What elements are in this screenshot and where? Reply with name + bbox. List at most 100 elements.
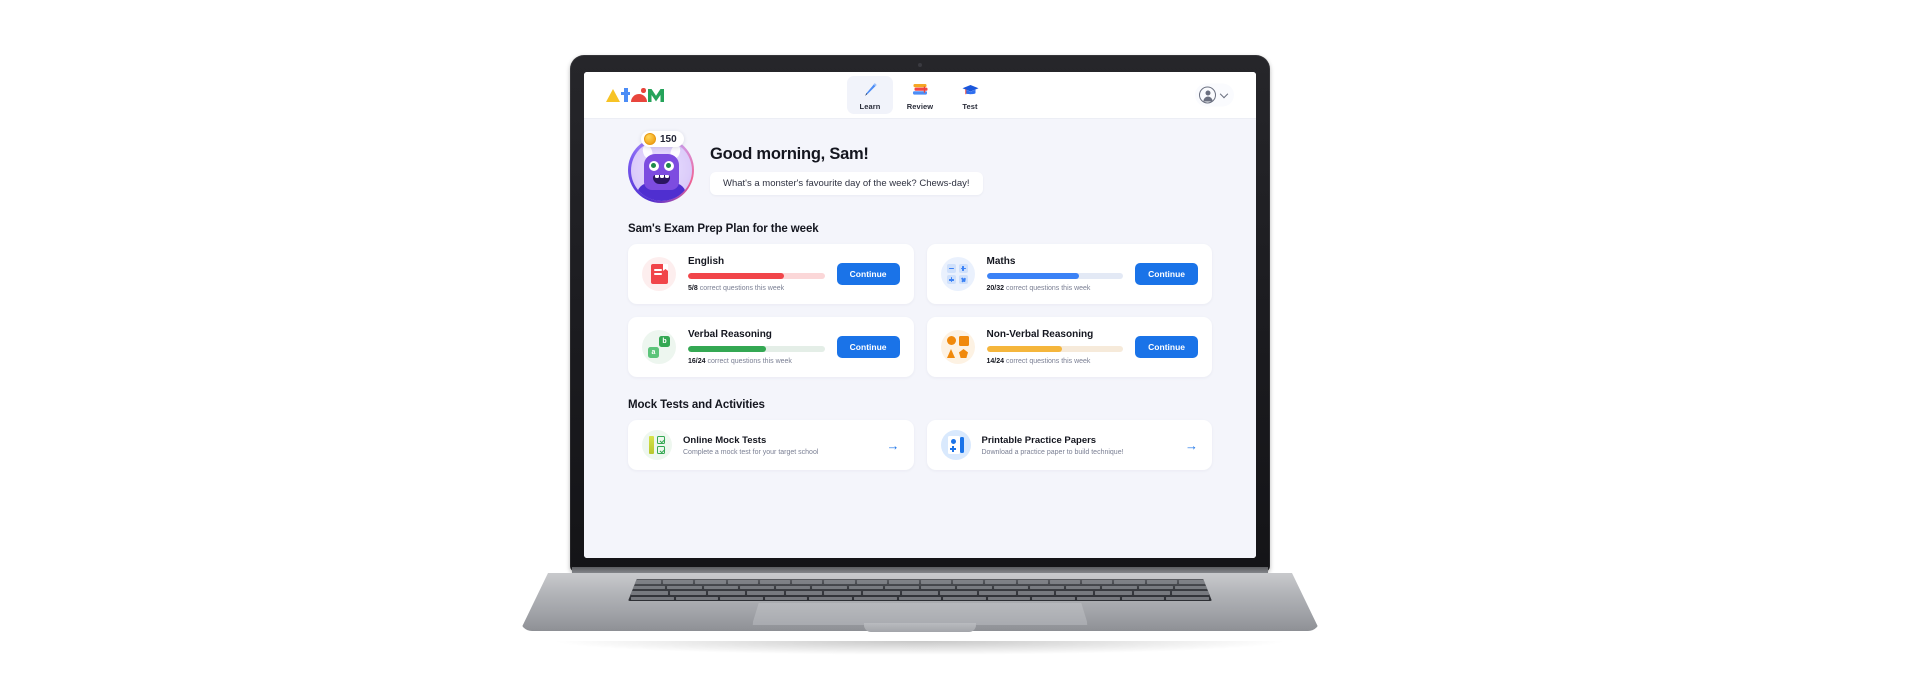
- keyboard-key: [987, 596, 1031, 601]
- keyboard-key: [920, 580, 952, 584]
- continue-button-non-verbal-reasoning[interactable]: Continue: [1135, 336, 1198, 358]
- joke-bubble: What's a monster's favourite day of the …: [710, 172, 983, 195]
- subject-score: 16/24: [688, 358, 706, 365]
- subject-meta-suffix: correct questions this week: [707, 358, 792, 365]
- tab-test-label: Test: [962, 102, 978, 111]
- keyboard-key: [1138, 585, 1173, 590]
- exam-plan-heading: Sam's Exam Prep Plan for the week: [628, 223, 819, 235]
- keyboard-key: [785, 591, 823, 595]
- keyboard-key: [921, 585, 956, 590]
- avatar[interactable]: 150: [628, 131, 694, 203]
- subject-card-non-verbal-reasoning[interactable]: Non-Verbal Reasoning 14/24 correct quest…: [926, 317, 1212, 377]
- progress-fill: [688, 346, 766, 352]
- tab-test[interactable]: Test: [947, 76, 993, 114]
- greeting-section: 150 Good morning, Sam! What's a monster'…: [628, 131, 1212, 203]
- monster-eye-left: [648, 160, 659, 171]
- keyboard-key: [824, 580, 855, 584]
- keyboard-key: [1121, 596, 1165, 601]
- keyboard-key: [1172, 591, 1210, 595]
- keyboard-key: [695, 580, 726, 584]
- chevron-down-icon: [1219, 89, 1229, 98]
- laptop-shadow: [550, 641, 1290, 655]
- activity-card-printable-practice-papers[interactable]: Printable Practice Papers Download a pra…: [926, 420, 1212, 470]
- continue-button-verbal-reasoning[interactable]: Continue: [836, 336, 900, 358]
- subject-card-maths[interactable]: Maths 20/32 correct questions this week …: [926, 244, 1212, 304]
- laptop-screen: Learn Review Test 150 Good morning, Sam!…: [584, 72, 1256, 558]
- tab-review[interactable]: Review: [897, 76, 943, 114]
- coin-count: 150: [660, 133, 677, 145]
- subject-progress-meta: 20/32 correct questions this week: [987, 285, 1124, 292]
- activity-card-online-mock-tests[interactable]: Online Mock Tests Complete a mock test f…: [628, 420, 914, 470]
- subject-progress-meta: 5/8 correct questions this week: [688, 285, 825, 292]
- book-icon: [642, 257, 676, 291]
- activity-subtitle: Complete a mock test for your target sch…: [683, 448, 819, 456]
- subject-progress-meta: 14/24 correct questions this week: [987, 358, 1124, 365]
- keyboard-key: [884, 585, 919, 590]
- main-nav: Learn Review Test: [847, 76, 993, 114]
- laptop-base: [520, 567, 1320, 645]
- keyboard-key: [1102, 585, 1137, 590]
- continue-button-english[interactable]: Continue: [836, 263, 900, 285]
- activity-subtitle: Download a practice paper to build techn…: [981, 448, 1124, 456]
- keyboard-key: [667, 585, 702, 590]
- subject-name: Non-Verbal Reasoning: [986, 329, 1094, 340]
- subject-meta-suffix: correct questions this week: [1005, 285, 1091, 292]
- continue-button-maths[interactable]: Continue: [1135, 263, 1198, 285]
- laptop-trackpad: [752, 603, 1088, 625]
- keyboard-key: [1032, 596, 1076, 601]
- arrow-right-icon[interactable]: →: [887, 439, 900, 452]
- keyboard-key: [708, 591, 746, 595]
- tab-learn[interactable]: Learn: [847, 76, 893, 114]
- progress-fill: [986, 346, 1062, 352]
- coin-icon: [644, 133, 656, 145]
- greeting-text: Good morning, Sam! What's a monster's fa…: [710, 145, 983, 195]
- keyboard-key: [1029, 585, 1064, 590]
- keyboard-key: [1077, 596, 1120, 601]
- profile-menu-button[interactable]: [1195, 83, 1234, 107]
- keyboard-key: [898, 596, 942, 601]
- subject-score: 14/24: [986, 358, 1005, 365]
- keyboard-key: [824, 591, 862, 595]
- subject-name: Verbal Reasoning: [688, 329, 772, 340]
- page-title: Good morning, Sam!: [710, 145, 869, 163]
- progress-track: [688, 346, 825, 352]
- tab-review-label: Review: [906, 102, 934, 111]
- keyboard-key: [631, 596, 674, 601]
- subject-meta-suffix: correct questions this week: [699, 285, 785, 292]
- keyboard-key: [1082, 580, 1113, 584]
- keyboard-key: [675, 596, 719, 601]
- keyboard-key: [901, 591, 939, 595]
- logo-letter-t: [621, 88, 630, 102]
- keyboard-key: [703, 585, 738, 590]
- app-header: Learn Review Test: [584, 72, 1256, 119]
- keyboard-key: [739, 585, 774, 590]
- pencil-icon: [863, 80, 878, 100]
- laptop-mockup: Learn Review Test 150 Good morning, Sam!…: [520, 55, 1320, 665]
- atom-logo-icon[interactable]: [606, 88, 664, 102]
- app-body: 150 Good morning, Sam! What's a monster'…: [584, 119, 1256, 558]
- books-stack-icon: [912, 80, 929, 100]
- keyboard-row: [628, 596, 1212, 601]
- logo-triangle-a: [606, 89, 620, 102]
- calculator-icon: [940, 257, 975, 291]
- monster-body: [643, 153, 679, 190]
- arrow-right-icon[interactable]: →: [1185, 439, 1198, 452]
- keyboard-key: [1049, 580, 1081, 584]
- keyboard-key: [631, 585, 666, 590]
- keyboard-key: [940, 591, 978, 595]
- monster-mouth: [652, 174, 670, 184]
- pencil-checklist-icon: [642, 430, 672, 460]
- subject-card-english[interactable]: English 5/8 correct questions this week …: [628, 244, 914, 304]
- progress-track: [986, 346, 1124, 352]
- progress-fill: [986, 273, 1080, 279]
- activities-heading: Mock Tests and Activities: [628, 399, 765, 411]
- keyboard-key: [747, 591, 784, 595]
- keyboard-key: [848, 585, 883, 590]
- progress-track: [688, 273, 825, 279]
- keyboard-key: [1056, 591, 1094, 595]
- subject-card-verbal-reasoning[interactable]: a b Verbal Reasoning 16/24 correct quest…: [628, 317, 914, 377]
- keyboard-key: [809, 596, 853, 601]
- subject-name: English: [688, 256, 725, 267]
- keyboard-key: [985, 580, 1016, 584]
- coin-badge: 150: [641, 131, 684, 147]
